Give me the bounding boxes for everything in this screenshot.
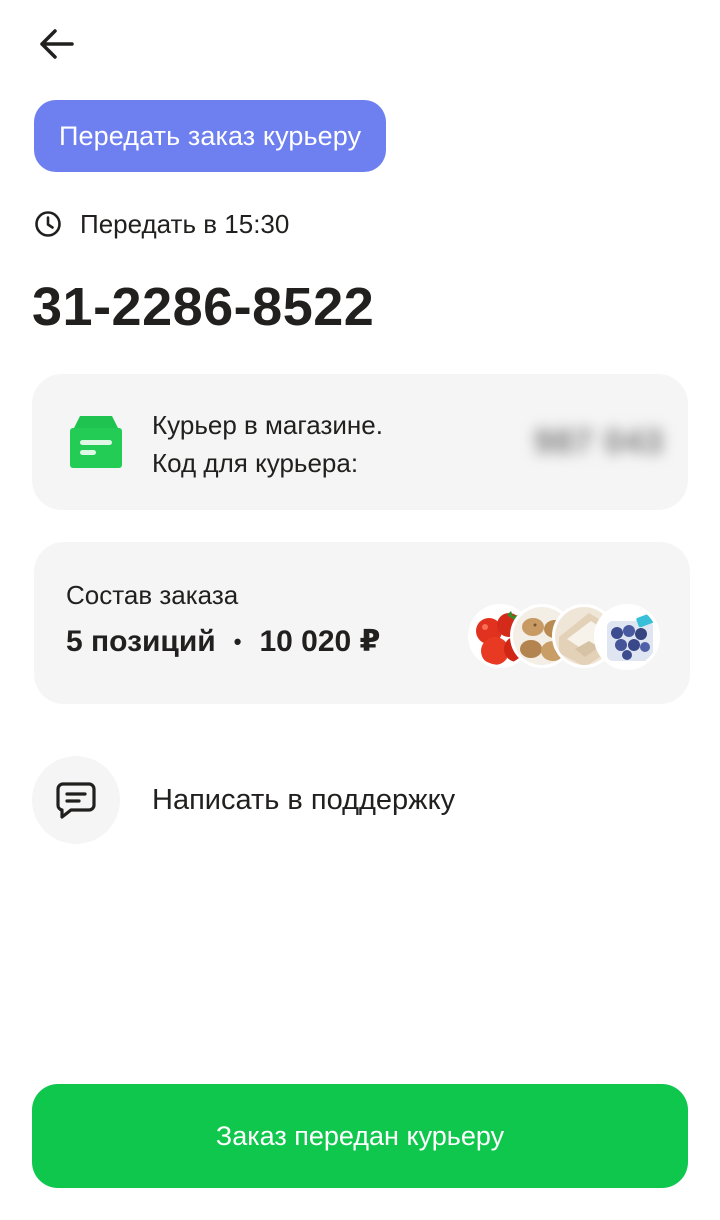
handover-time-text: Передать в 15:30 bbox=[80, 208, 290, 239]
courier-status-text: Курьер в магазине. Код для курьера: bbox=[152, 406, 383, 482]
support-label: Написать в поддержку bbox=[152, 783, 456, 816]
courier-status-card: Курьер в магазине. Код для курьера: 987 … bbox=[32, 374, 688, 510]
courier-code: 987 043 bbox=[534, 422, 664, 461]
courier-code-label: Код для курьера: bbox=[152, 448, 359, 478]
support-link[interactable]: Написать в поддержку bbox=[32, 756, 455, 844]
order-composition-title: Состав заказа bbox=[66, 580, 239, 610]
courier-code-container: 987 043 bbox=[474, 398, 664, 486]
chat-message-icon bbox=[56, 782, 96, 819]
order-status-label: Передать заказ курьеру bbox=[59, 120, 362, 151]
order-number: 31-2286-8522 bbox=[32, 277, 375, 337]
blueberries-thumbnail bbox=[594, 604, 660, 670]
order-total: 10 020 ₽ bbox=[259, 625, 381, 658]
order-summary: 5 позиций • 10 020 ₽ bbox=[66, 624, 380, 659]
order-status-chip: Передать заказ курьеру bbox=[34, 100, 387, 172]
back-button[interactable] bbox=[30, 20, 82, 68]
order-handed-button[interactable]: Заказ передан курьеру bbox=[32, 1084, 688, 1188]
handover-time: Передать в 15:30 bbox=[34, 206, 289, 242]
clock-icon bbox=[34, 210, 62, 238]
support-icon-circle bbox=[32, 756, 120, 844]
arrow-left-icon bbox=[40, 29, 74, 59]
product-thumbnails bbox=[468, 604, 668, 670]
summary-separator: • bbox=[233, 628, 242, 654]
box-icon bbox=[68, 414, 124, 470]
items-count: 5 позиций bbox=[66, 624, 216, 658]
order-composition-card[interactable]: Состав заказа 5 позиций • 10 020 ₽ bbox=[34, 542, 690, 704]
order-handed-button-label: Заказ передан курьеру bbox=[215, 1120, 505, 1151]
courier-status-line: Курьер в магазине. bbox=[152, 410, 383, 440]
